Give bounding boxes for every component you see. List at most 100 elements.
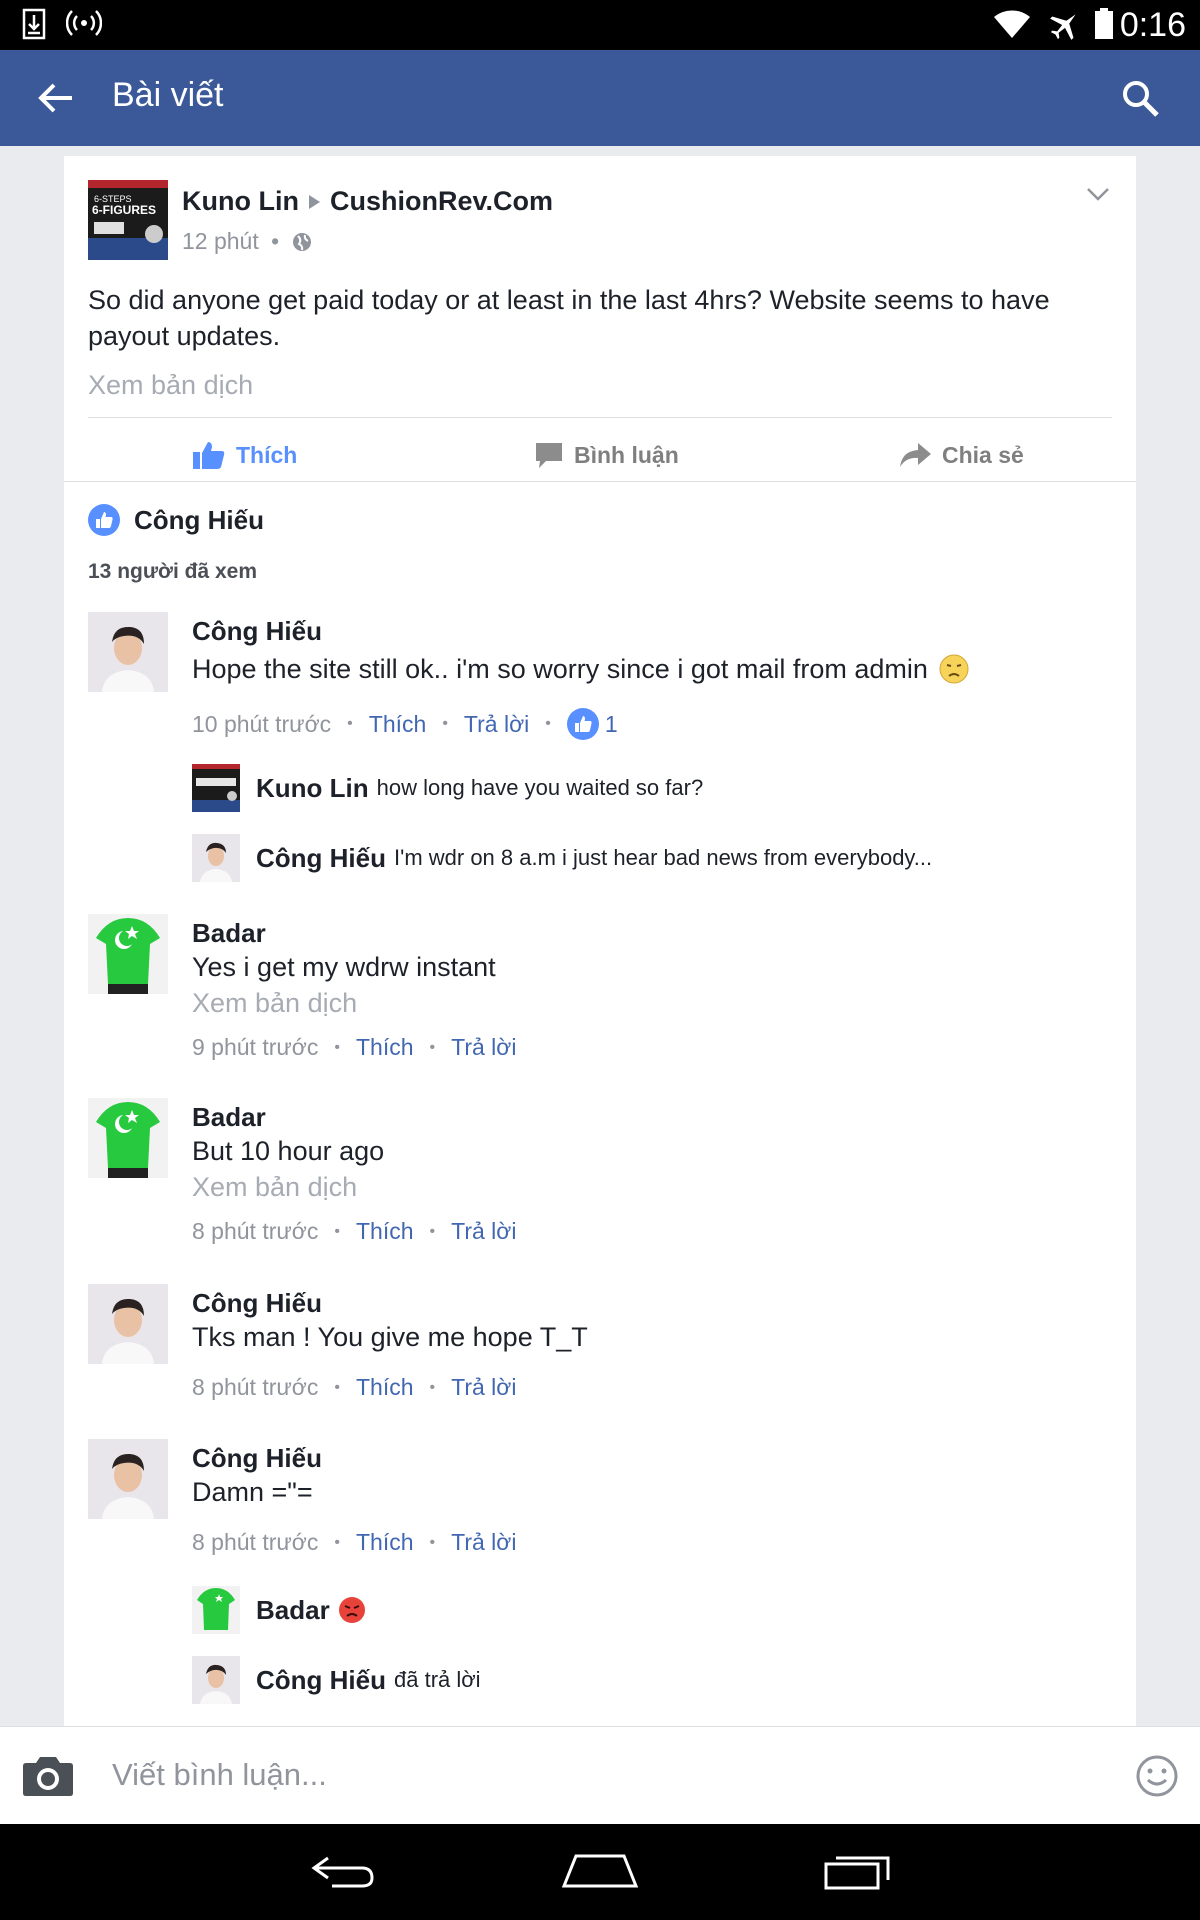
nav-home-icon[interactable] xyxy=(562,1852,638,1892)
commenter-avatar[interactable] xyxy=(88,914,168,994)
post-author-name[interactable]: Kuno Lin xyxy=(182,186,299,216)
commenter-avatar[interactable] xyxy=(88,1284,168,1364)
commenter-avatar[interactable] xyxy=(88,612,168,692)
comment-time: 8 phút trước xyxy=(192,1218,319,1244)
reply-text: I'm wdr on 8 a.m i just hear bad news fr… xyxy=(394,845,933,870)
comment-reply-link[interactable]: Trả lời xyxy=(451,1218,516,1245)
meta-dot: • xyxy=(334,1222,340,1240)
comment-like-link[interactable]: Thích xyxy=(356,1218,414,1245)
comment-reply-link[interactable]: Trả lời xyxy=(464,711,529,738)
share-label: Chia sẻ xyxy=(942,441,1024,468)
angry-emoji-icon xyxy=(338,1597,365,1623)
comment-author[interactable]: Badar xyxy=(192,1102,266,1133)
clock: 0:16 xyxy=(1119,6,1186,44)
meta-dot: • xyxy=(545,715,551,732)
comment-reply-link[interactable]: Trả lời xyxy=(451,1034,516,1061)
reply-item[interactable]: Công Hiếu đã trả lời xyxy=(192,1656,481,1704)
wifi-icon xyxy=(994,10,1030,38)
meta-dot: • xyxy=(334,1378,340,1396)
comment-time: 10 phút trước xyxy=(192,710,332,737)
disappointed-emoji-icon xyxy=(939,654,969,684)
reply-author: Badar xyxy=(256,1594,330,1625)
meta-dot: • xyxy=(429,1378,436,1396)
comment-text: Hope the site still ok.. i'm so worry si… xyxy=(192,654,969,685)
comment-author[interactable]: Công Hiếu xyxy=(192,1288,322,1319)
divider xyxy=(88,417,1112,418)
comment-reply-link[interactable]: Trả lời xyxy=(451,1374,516,1401)
commenter-avatar[interactable] xyxy=(88,1098,168,1178)
post-author-line: Kuno Lin CushionRev.Com xyxy=(182,186,553,217)
nav-recents-icon[interactable] xyxy=(822,1852,892,1892)
globe-icon xyxy=(292,233,311,251)
comment-text: But 10 hour ago xyxy=(192,1136,385,1166)
status-bar: 0:16 xyxy=(0,0,1200,50)
reply-avatar xyxy=(192,764,240,812)
comment-time: 8 phút trước xyxy=(192,1529,319,1555)
comment-like-link[interactable]: Thích xyxy=(369,711,427,738)
nav-back-icon[interactable] xyxy=(310,1852,376,1892)
reply-author: Công Hiếu xyxy=(256,1664,386,1695)
battery-icon xyxy=(1095,8,1113,39)
comment-author[interactable]: Badar xyxy=(192,918,266,949)
see-translation-link[interactable]: Xem bản dịch xyxy=(192,988,357,1019)
like-label: Thích xyxy=(236,441,298,468)
page-title: Bài viết xyxy=(112,76,224,114)
comment-reply-link[interactable]: Trả lời xyxy=(451,1529,516,1556)
commenter-avatar[interactable] xyxy=(88,1439,168,1519)
comment-author[interactable]: Công Hiếu xyxy=(192,1443,322,1474)
post-author-avatar[interactable]: 6-STEPS 6-FIGURES xyxy=(88,180,168,260)
comment-label: Bình luận xyxy=(574,441,679,468)
meta-dot: • xyxy=(347,715,353,732)
comment-like-link[interactable]: Thích xyxy=(356,1034,414,1061)
comment-author[interactable]: Công Hiếu xyxy=(192,616,322,647)
post-group-name[interactable]: CushionRev.Com xyxy=(330,186,553,216)
emoji-icon[interactable] xyxy=(1136,1755,1178,1797)
meta-dot: • xyxy=(429,1533,436,1551)
comment-composer: Viết bình luận... xyxy=(0,1726,1200,1825)
chevron-down-icon[interactable] xyxy=(1084,180,1112,208)
like-count: 1 xyxy=(604,710,618,737)
comment-like-link[interactable]: Thích xyxy=(356,1374,414,1401)
reply-avatar xyxy=(192,1586,240,1634)
comment-meta: 8 phút trước • Thích • Trả lời xyxy=(192,1218,516,1245)
comment-like-link[interactable]: Thích xyxy=(356,1529,414,1556)
see-translation-link[interactable]: Xem bản dịch xyxy=(88,370,253,401)
download-icon xyxy=(22,8,46,40)
meta-dot: • xyxy=(442,715,448,732)
post-card: 6-STEPS 6-FIGURES Kuno Lin CushionRev.Com… xyxy=(64,156,1136,1726)
seen-count[interactable]: 13 người đã xem xyxy=(88,560,257,584)
reply-item[interactable]: Badar xyxy=(192,1586,366,1634)
comment-icon xyxy=(536,443,562,468)
comment-text-body: Hope the site still ok.. i'm so worry si… xyxy=(192,654,928,684)
post-text: So did anyone get paid today or at least… xyxy=(88,285,1050,351)
comment-text: Damn ="= xyxy=(192,1477,313,1507)
divider xyxy=(64,481,1136,482)
back-arrow-icon[interactable] xyxy=(36,78,76,118)
reply-author: Kuno Lin xyxy=(256,772,369,803)
reply-author: Công Hiếu xyxy=(256,842,386,873)
comment-meta: 9 phút trước • Thích • Trả lời xyxy=(192,1034,516,1061)
comment-meta: 10 phút trước • Thích • Trả lời • 1 xyxy=(192,708,618,740)
share-button[interactable]: Chia sẻ xyxy=(898,430,1024,480)
camera-icon[interactable] xyxy=(22,1755,74,1797)
reply-avatar xyxy=(192,834,240,882)
reply-item[interactable]: Kuno Lin how long have you waited so far… xyxy=(192,764,703,812)
avatar-logo-line2: 6-FIGURES xyxy=(92,203,156,217)
post-time: 12 phút xyxy=(182,228,259,254)
search-icon[interactable] xyxy=(1120,78,1160,118)
comment-button[interactable]: Bình luận xyxy=(534,430,679,480)
reply-item[interactable]: Công Hiếu I'm wdr on 8 a.m i just hear b… xyxy=(192,834,932,882)
comment-input[interactable]: Viết bình luận... xyxy=(112,1757,327,1793)
like-button[interactable]: Thích xyxy=(192,430,297,480)
likes-summary[interactable]: Công Hiếu xyxy=(88,504,264,536)
see-translation-link[interactable]: Xem bản dịch xyxy=(192,1172,357,1203)
comment-meta: 8 phút trước • Thích • Trả lời xyxy=(192,1529,516,1556)
comment-text: Tks man ! You give me hope T_T xyxy=(192,1322,588,1352)
comment-meta: 8 phút trước • Thích • Trả lời xyxy=(192,1374,516,1401)
meta-dot: • xyxy=(334,1038,340,1056)
arrow-right-icon xyxy=(308,194,320,209)
like-badge-icon xyxy=(88,504,120,536)
comment-like-count[interactable]: 1 xyxy=(566,708,618,740)
meta-separator: • xyxy=(271,228,280,254)
airplane-icon xyxy=(1050,14,1076,40)
